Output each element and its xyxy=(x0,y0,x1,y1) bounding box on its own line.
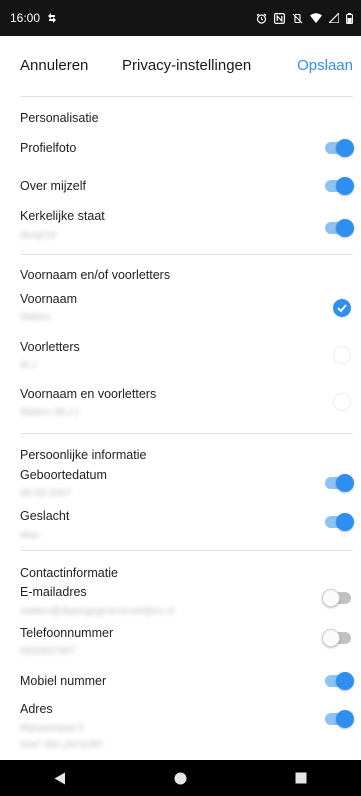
telefoonnummer-label: Telefoonnummer xyxy=(20,626,114,640)
adres-line1: Rijsweerpad 5 xyxy=(20,723,84,734)
save-button[interactable]: Opslaan xyxy=(297,57,353,74)
voorletters-radio[interactable] xyxy=(333,346,351,364)
status-left: 16:00 xyxy=(10,11,57,25)
geboortedatum-toggle[interactable] xyxy=(325,474,354,492)
signal-icon xyxy=(329,13,339,23)
voornaam-value: Matteo xyxy=(20,312,51,323)
over-mijzelf-toggle[interactable] xyxy=(325,177,354,195)
toggle-knob xyxy=(336,139,354,157)
page-title: Privacy-instellingen xyxy=(122,56,252,74)
wifi-icon xyxy=(310,13,322,23)
back-button[interactable] xyxy=(40,760,80,796)
kerkelijke-staat-label: Kerkelijke staat xyxy=(20,209,105,223)
toggle-knob xyxy=(336,513,354,531)
toggle-knob xyxy=(336,177,354,195)
voornaam-en-voorletters-label: Voornaam en voorletters xyxy=(20,387,157,401)
check-icon xyxy=(337,304,347,312)
status-right xyxy=(256,12,353,24)
geslacht-value: Man xyxy=(20,530,40,541)
geslacht-toggle[interactable] xyxy=(325,513,354,531)
section-divider xyxy=(20,550,353,551)
header-divider xyxy=(20,96,353,97)
status-bar: 16:00 xyxy=(0,0,361,36)
voorletters-label: Voorletters xyxy=(20,340,80,354)
kerkelijke-staat-toggle[interactable] xyxy=(325,219,354,237)
email-value: matteo@dejongegroenevelt@es.nl xyxy=(20,606,175,617)
geslacht-label: Geslacht xyxy=(20,509,70,523)
app-header: Annuleren Privacy-instellingen Opslaan xyxy=(0,36,361,94)
home-circle-icon xyxy=(174,772,187,784)
voornaam-en-voorletters-value: Matteo (M.J.) xyxy=(20,407,79,418)
kerkelijke-staat-value: doopl1d xyxy=(20,230,56,241)
toggle-knob xyxy=(336,219,354,237)
nfc-icon xyxy=(274,12,285,24)
adres-line2: 5047 BN UNTERP xyxy=(20,740,103,751)
recents-square-icon xyxy=(295,772,307,784)
section-divider xyxy=(20,254,353,255)
vibrate-off-icon xyxy=(292,13,303,23)
network-speed-icon xyxy=(48,13,57,23)
toggle-knob xyxy=(322,629,340,647)
cancel-button[interactable]: Annuleren xyxy=(20,57,88,74)
section-title-voornaam: Voornaam en/of voorletters xyxy=(20,268,171,282)
system-nav-bar xyxy=(0,760,361,796)
voornaam-radio[interactable] xyxy=(333,299,351,317)
recents-button[interactable] xyxy=(281,760,321,796)
toggle-knob xyxy=(336,710,354,728)
section-title-personalisatie: Personalisatie xyxy=(20,111,99,125)
battery-icon xyxy=(346,12,353,24)
adres-label: Adres xyxy=(20,702,53,716)
voornaam-en-voorletters-radio[interactable] xyxy=(333,393,351,411)
voorletters-value: M.J. xyxy=(20,360,39,371)
section-title-persoonlijk: Persoonlijke informatie xyxy=(20,448,147,462)
home-button[interactable] xyxy=(160,760,200,796)
toggle-knob xyxy=(336,672,354,690)
back-triangle-icon xyxy=(54,772,66,784)
adres-toggle[interactable] xyxy=(325,710,354,728)
geboortedatum-label: Geboortedatum xyxy=(20,468,107,482)
section-divider xyxy=(20,433,353,434)
alarm-icon xyxy=(256,13,267,24)
geboortedatum-value: 08-06-2007 xyxy=(20,488,72,499)
section-title-contact: Contactinformatie xyxy=(20,566,118,580)
mobiel-nummer-toggle[interactable] xyxy=(325,672,354,690)
email-toggle[interactable] xyxy=(322,589,351,607)
email-label: E-mailadres xyxy=(20,585,87,599)
toggle-knob xyxy=(322,589,340,607)
mobiel-nummer-label: Mobiel nummer xyxy=(20,674,107,688)
over-mijzelf-label: Over mijzelf xyxy=(20,179,86,193)
status-time: 16:00 xyxy=(10,11,41,25)
telefoonnummer-value: 0602637907 xyxy=(20,646,76,657)
profielfoto-toggle[interactable] xyxy=(325,139,354,157)
voornaam-label: Voornaam xyxy=(20,292,77,306)
toggle-knob xyxy=(336,474,354,492)
telefoonnummer-toggle[interactable] xyxy=(322,629,351,647)
profielfoto-label: Profielfoto xyxy=(20,141,77,155)
